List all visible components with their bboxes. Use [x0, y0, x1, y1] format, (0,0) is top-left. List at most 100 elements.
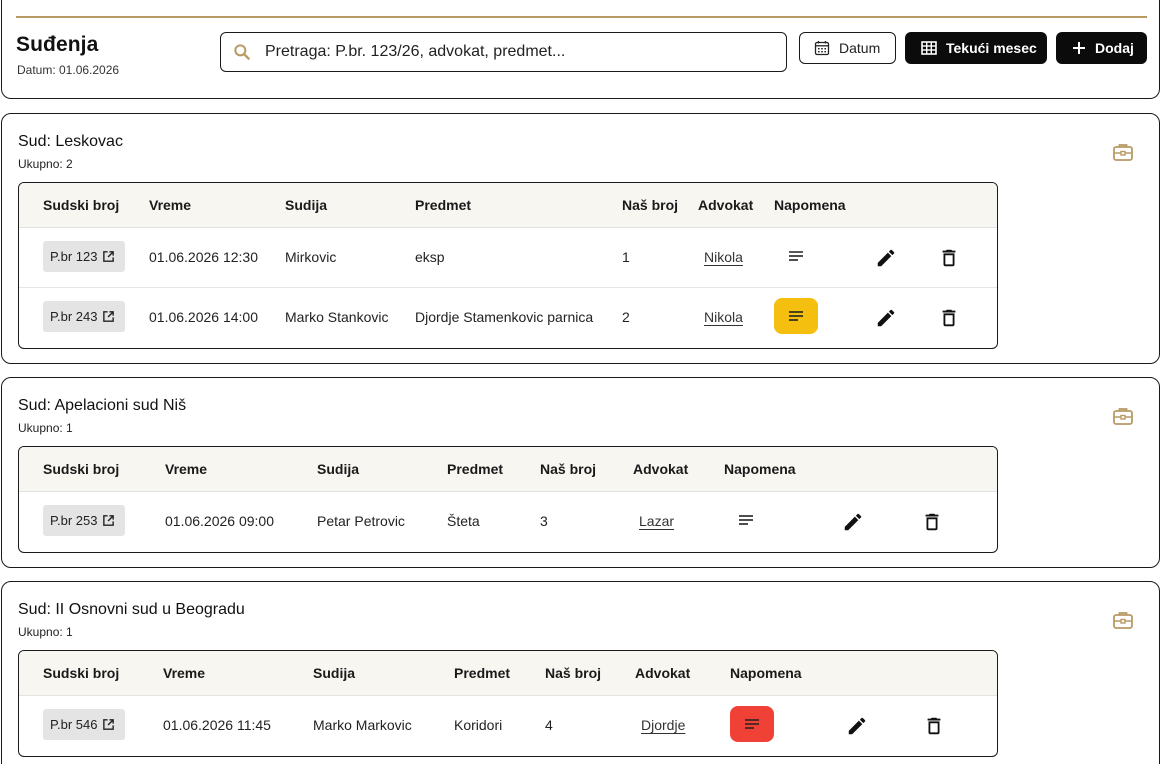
external-link-icon — [102, 718, 115, 731]
header-bar: Suđenja Datum: 01.06.2026 Datum Tekući m… — [1, 0, 1160, 99]
hearing-time: 01.06.2026 09:00 — [165, 513, 274, 529]
page-title: Suđenja — [16, 33, 99, 56]
case-number: P.br 123 — [50, 249, 98, 264]
plus-icon — [1072, 41, 1086, 55]
our-number: 3 — [540, 513, 548, 529]
case-number-link[interactable]: P.br 243 — [43, 301, 125, 332]
col-judge: Sudija — [313, 665, 356, 681]
notes-icon — [738, 514, 754, 526]
col-time: Vreme — [163, 665, 206, 681]
col-judge: Sudija — [285, 197, 328, 213]
col-lawyer: Advokat — [698, 197, 754, 213]
judge-name: Marko Markovic — [313, 717, 412, 733]
court-section-beograd: Sud: II Osnovni sud u Beogradu Ukupno: 1… — [1, 581, 1160, 764]
external-link-icon — [102, 250, 115, 263]
col-lawyer: Advokat — [635, 665, 691, 681]
col-judge: Sudija — [317, 461, 360, 477]
hearings-table: Sudski broj Vreme Sudija Predmet Naš bro… — [18, 182, 998, 349]
our-number: 4 — [545, 717, 553, 733]
table-row: P.br 546 01.06.2026 11:45 Marko Markovic… — [19, 696, 997, 756]
search-icon — [232, 42, 252, 62]
case-number: P.br 243 — [50, 309, 98, 324]
col-subject: Predmet — [447, 461, 504, 477]
table-row: P.br 253 01.06.2026 09:00 Petar Petrovic… — [19, 492, 997, 552]
briefcase-icon[interactable] — [1112, 142, 1134, 162]
col-note: Napomena — [724, 461, 796, 477]
court-count: Ukupno: 1 — [18, 625, 73, 639]
add-button-label: Dodaj — [1095, 40, 1134, 56]
table-header: Sudski broj Vreme Sudija Predmet Naš bro… — [19, 447, 997, 492]
edit-icon[interactable] — [875, 307, 897, 329]
col-case-number: Sudski broj — [43, 461, 120, 477]
notes-icon — [788, 310, 804, 322]
calendar-icon — [814, 40, 830, 56]
col-case-number: Sudski broj — [43, 197, 120, 213]
court-section-nis: Sud: Apelacioni sud Niš Ukupno: 1 Sudski… — [1, 377, 1160, 568]
note-button[interactable] — [724, 502, 768, 538]
external-link-icon — [102, 514, 115, 527]
court-title: Sud: II Osnovni sud u Beogradu — [18, 601, 245, 618]
hearing-time: 01.06.2026 12:30 — [149, 249, 258, 265]
court-title: Sud: Apelacioni sud Niš — [18, 397, 187, 414]
our-number: 2 — [622, 309, 630, 325]
case-number-link[interactable]: P.br 253 — [43, 505, 125, 536]
col-case-number: Sudski broj — [43, 665, 120, 681]
lawyer-link[interactable]: Lazar — [639, 513, 674, 529]
table-row: P.br 243 01.06.2026 14:00 Marko Stankovi… — [19, 288, 997, 348]
search-box[interactable] — [220, 32, 787, 72]
col-our-number: Naš broj — [540, 461, 597, 477]
briefcase-icon[interactable] — [1112, 406, 1134, 426]
col-our-number: Naš broj — [545, 665, 602, 681]
notes-icon — [788, 250, 804, 262]
delete-icon[interactable] — [938, 307, 960, 329]
note-button[interactable] — [774, 238, 818, 274]
case-subject: Djordje Stamenkovic parnica — [415, 309, 594, 325]
delete-icon[interactable] — [921, 511, 943, 533]
delete-icon[interactable] — [938, 247, 960, 269]
hearings-table: Sudski broj Vreme Sudija Predmet Naš bro… — [18, 446, 998, 553]
case-number: P.br 546 — [50, 717, 98, 732]
our-number: 1 — [622, 249, 630, 265]
col-note: Napomena — [774, 197, 846, 213]
case-number: P.br 253 — [50, 513, 98, 528]
judge-name: Petar Petrovic — [317, 513, 405, 529]
col-time: Vreme — [165, 461, 208, 477]
page-date: Datum: 01.06.2026 — [17, 63, 120, 77]
current-month-label: Tekući mesec — [946, 40, 1037, 56]
date-button[interactable]: Datum — [799, 32, 896, 64]
col-note: Napomena — [730, 665, 802, 681]
lawyer-link[interactable]: Nikola — [704, 309, 743, 325]
edit-icon[interactable] — [842, 511, 864, 533]
add-button[interactable]: Dodaj — [1056, 32, 1147, 64]
col-subject: Predmet — [454, 665, 511, 681]
table-row: P.br 123 01.06.2026 12:30 Mirkovic eksp … — [19, 228, 997, 288]
note-button-urgent[interactable] — [730, 706, 774, 742]
judge-name: Marko Stankovic — [285, 309, 389, 325]
col-subject: Predmet — [415, 197, 472, 213]
table-header: Sudski broj Vreme Sudija Predmet Naš bro… — [19, 183, 997, 228]
hearing-time: 01.06.2026 14:00 — [149, 309, 258, 325]
edit-icon[interactable] — [875, 247, 897, 269]
court-count: Ukupno: 1 — [18, 421, 73, 435]
court-count: Ukupno: 2 — [18, 157, 73, 171]
col-lawyer: Advokat — [633, 461, 689, 477]
notes-icon — [744, 718, 760, 730]
case-number-link[interactable]: P.br 546 — [43, 709, 125, 740]
case-number-link[interactable]: P.br 123 — [43, 241, 125, 272]
lawyer-link[interactable]: Nikola — [704, 249, 743, 265]
delete-icon[interactable] — [923, 715, 945, 737]
col-time: Vreme — [149, 197, 192, 213]
briefcase-icon[interactable] — [1112, 610, 1134, 630]
case-subject: Šteta — [447, 513, 480, 529]
lawyer-link[interactable]: Djordje — [641, 717, 685, 733]
current-month-button[interactable]: Tekući mesec — [905, 32, 1047, 64]
court-title: Sud: Leskovac — [18, 133, 123, 150]
external-link-icon — [102, 310, 115, 323]
search-input[interactable] — [265, 43, 765, 61]
grid-icon — [921, 41, 937, 55]
case-subject: eksp — [415, 249, 445, 265]
judge-name: Mirkovic — [285, 249, 337, 265]
hearing-time: 01.06.2026 11:45 — [163, 717, 271, 733]
note-button-highlighted[interactable] — [774, 298, 818, 334]
edit-icon[interactable] — [846, 715, 868, 737]
